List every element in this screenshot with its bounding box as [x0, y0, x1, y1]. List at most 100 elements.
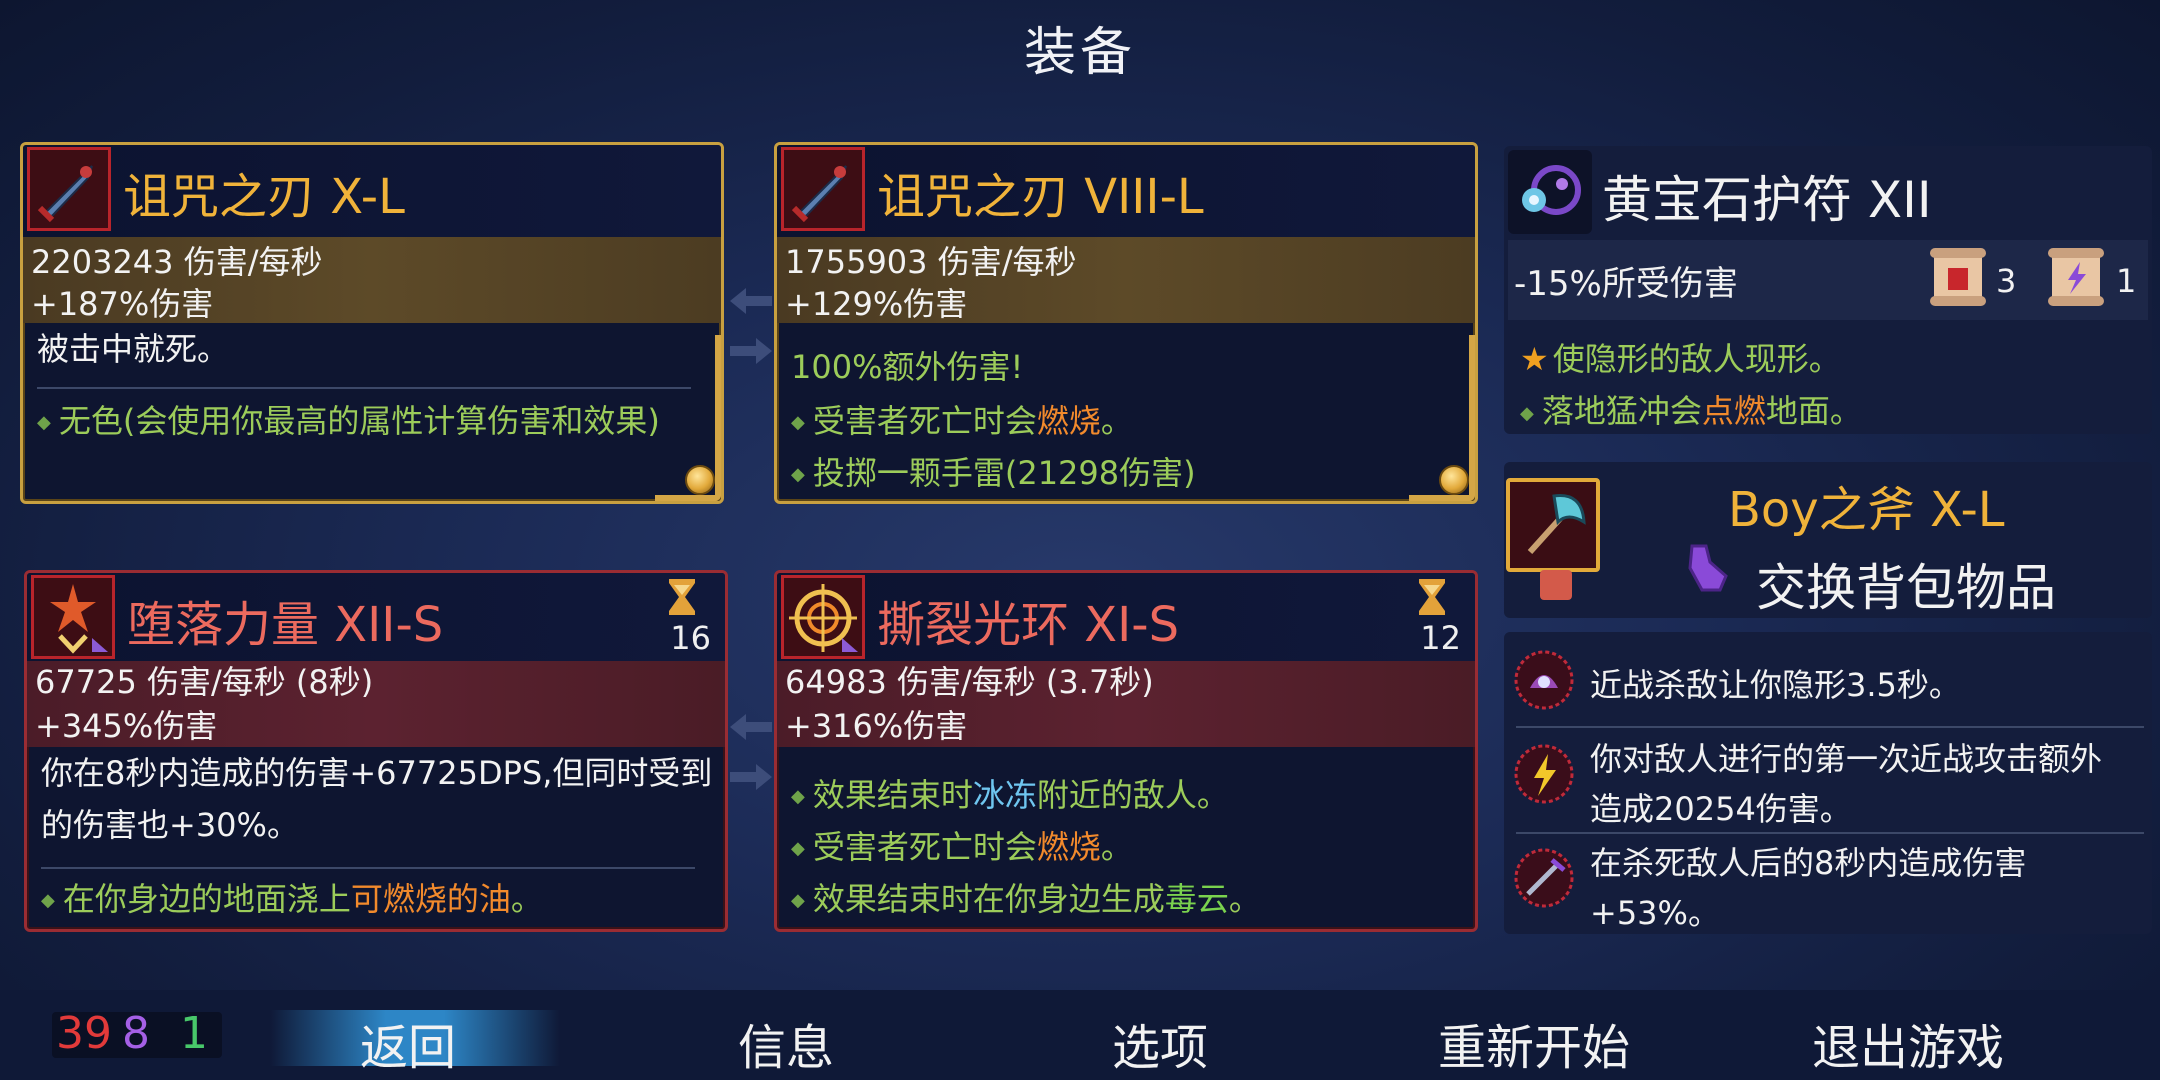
skill-trait: ◆ 在你身边的地面浇上可燃烧的油。	[41, 873, 695, 927]
trait-text: 。	[510, 880, 543, 918]
backpack-item-name: Boy之斧 X-L	[1728, 482, 2005, 538]
keyword-burn: 燃烧	[1036, 828, 1101, 866]
skill-dps: 64983 伤害/每秒 (3.7秒)	[785, 663, 1154, 701]
bullet-icon: ◆	[41, 890, 55, 911]
divider	[1516, 726, 2144, 728]
trait-text: 地面。	[1765, 392, 1862, 430]
skill-trait: ◆ 效果结束时在你身边生成毒云。	[791, 873, 1445, 927]
brutality-count: 39	[56, 1008, 112, 1059]
trait-text: 。	[1100, 828, 1133, 866]
bullet-icon: ◆	[791, 890, 805, 911]
skill-trait: ◆ 效果结束时冰冻附近的敌人。	[791, 769, 1445, 823]
weapon-name: 诅咒之刃 VIII-L	[877, 169, 1204, 225]
weapon-name: 诅咒之刃 X-L	[123, 169, 405, 225]
trait-text: 落地猛冲会	[1541, 392, 1702, 430]
weapon-dps: 1755903 伤害/每秒	[785, 243, 1077, 281]
amulet-trait: ★ 使隐形的敌人现形。	[1520, 334, 1841, 380]
trait-text: 受害者死亡时会	[812, 828, 1037, 866]
keyword-ignite: 点燃	[1701, 392, 1766, 430]
restart-button[interactable]: 重新开始	[1438, 1008, 1630, 1078]
bullet-icon: ◆	[37, 412, 51, 433]
keyword-poison: 毒云	[1164, 880, 1229, 918]
hand-button-icon	[1688, 544, 1728, 592]
skill-card-primary[interactable]: 堕落力量 XII-S 16 67725 伤害/每秒 (8秒) +345%伤害 你…	[24, 570, 728, 932]
fallen-power-icon	[31, 575, 115, 659]
trait-text: 效果结束时在你身边生成	[812, 880, 1165, 918]
skill-card-secondary[interactable]: 撕裂光环 XI-S 12 64983 伤害/每秒 (3.7秒) +316%伤害 …	[774, 570, 1478, 932]
amulet-name: 黄宝石护符 XII	[1602, 171, 1932, 229]
arrow-left-icon	[730, 714, 772, 740]
divider	[1516, 832, 2144, 834]
cursed-sword-icon	[781, 147, 865, 231]
skull-icon	[1540, 570, 1572, 600]
weapon-bonus: +187%伤害	[31, 285, 214, 323]
options-button[interactable]: 选项	[1112, 1008, 1208, 1078]
killer-instinct-icon[interactable]	[1512, 846, 1576, 910]
skill-description: 你在8秒内造成的伤害+67725DPS,但同时受到的伤害也+30%。	[41, 754, 713, 844]
tactics-scroll-icon	[2048, 248, 2104, 306]
bullet-icon: ◆	[791, 786, 805, 807]
keyword-oil: 可燃烧的油	[350, 880, 511, 918]
bullet-icon: ◆	[1520, 402, 1534, 424]
amulet-trait: ◆ 落地猛冲会点燃地面。	[1520, 386, 1862, 432]
trait-text: 使隐形的敌人现形。	[1552, 340, 1841, 378]
hourglass-icon	[669, 579, 695, 615]
hourglass-icon	[1419, 579, 1445, 615]
amulet-stat: -15%所受伤害	[1514, 264, 1738, 304]
tactics-scroll-count: 1	[2116, 262, 2137, 300]
tactics-count: 8	[122, 1008, 150, 1059]
mutation-text: 你对敌人进行的第一次近战攻击额外造成20254伤害。	[1590, 740, 2103, 828]
star-icon: ★	[1520, 340, 1549, 378]
weapon-card-primary[interactable]: 诅咒之刃 X-L 2203243 伤害/每秒 +187%伤害 被击中就死。 ◆ 无…	[20, 142, 724, 504]
skill-bonus: +345%伤害	[35, 707, 218, 745]
weapon-trait: ◆ 无色(会使用你最高的属性计算伤害和效果)	[37, 395, 691, 449]
divider	[41, 867, 695, 869]
skill-trait: ◆ 受害者死亡时会燃烧。	[791, 821, 1445, 875]
trait-text: 。	[1100, 402, 1133, 440]
divider	[37, 387, 691, 389]
mutation-text: 在杀死敌人后的8秒内造成伤害+53%。	[1590, 844, 2027, 932]
keyword-burn: 燃烧	[1036, 402, 1101, 440]
info-button[interactable]: 信息	[738, 1008, 834, 1078]
survival-count: 1	[180, 1008, 208, 1059]
weapon-dps: 2203243 伤害/每秒	[31, 243, 323, 281]
brutality-scroll-count: 3	[1996, 262, 2017, 300]
bullet-icon: ◆	[791, 412, 805, 433]
page-title: 装备	[1023, 23, 1136, 83]
trait-text: 无色(会使用你最高的属性计算伤害和效果)	[58, 402, 660, 440]
cooldown-value: 16	[670, 619, 711, 657]
arrow-right-icon	[730, 764, 772, 790]
stealth-mutation-icon[interactable]	[1512, 648, 1576, 712]
weapon-description: 被击中就死。	[37, 330, 230, 368]
weapon-trait: ◆ 受害者死亡时会燃烧。	[791, 395, 1445, 449]
mutation-text: 近战杀敌让你隐形3.5秒。	[1590, 666, 1961, 704]
gold-orb-icon	[685, 465, 715, 495]
keyword-freeze: 冰冻	[972, 776, 1037, 814]
trait-text: 在你身边的地面浇上	[62, 880, 351, 918]
weapon-trait-partial: 100%额外伤害!	[791, 341, 1445, 393]
trait-text: 受害者死亡时会	[812, 402, 1037, 440]
weapon-trait: ◆ 投掷一颗手雷(21298伤害)	[791, 447, 1445, 501]
weapon-card-secondary[interactable]: 诅咒之刃 VIII-L 1755903 伤害/每秒 +129%伤害 100%额外…	[774, 142, 1478, 504]
lightning-mutation-icon[interactable]	[1512, 742, 1576, 806]
trait-text: 效果结束时	[812, 776, 973, 814]
cursed-sword-icon	[27, 147, 111, 231]
skill-name: 撕裂光环 XI-S	[877, 597, 1180, 653]
arrow-right-icon	[730, 338, 772, 364]
back-button[interactable]: 返回	[360, 1008, 456, 1078]
weapon-bonus: +129%伤害	[785, 285, 968, 323]
quit-button[interactable]: 退出游戏	[1812, 1008, 2004, 1078]
skill-dps: 67725 伤害/每秒 (8秒)	[35, 663, 374, 701]
axe-icon	[1506, 478, 1600, 572]
bullet-icon: ◆	[791, 464, 805, 485]
trait-text: 附近的敌人。	[1036, 776, 1229, 814]
skill-name: 堕落力量 XII-S	[127, 597, 444, 653]
tearing-aura-icon	[781, 575, 865, 659]
cooldown-value: 12	[1420, 619, 1461, 657]
swap-backpack-button[interactable]: 交换背包物品	[1756, 548, 2056, 620]
trait-text: 投掷一颗手雷(21298伤害)	[812, 454, 1196, 492]
brutality-scroll-icon	[1930, 248, 1986, 306]
gold-orb-icon	[1439, 465, 1469, 495]
amulet-icon	[1508, 150, 1592, 234]
skill-bonus: +316%伤害	[785, 707, 968, 745]
